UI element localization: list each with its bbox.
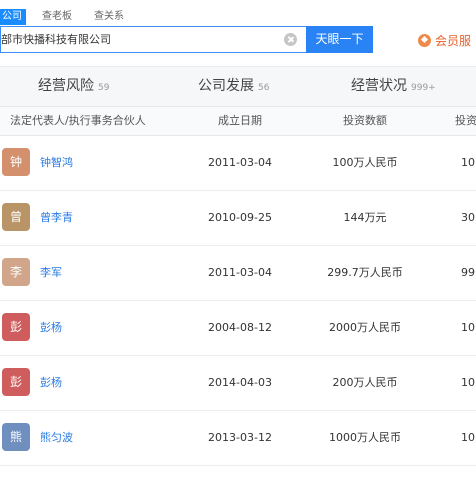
tab-company-development-label: 公司发展 bbox=[198, 78, 254, 94]
avatar: 曾 bbox=[2, 203, 30, 231]
investment-table: 钟 钟智鸿 2011-03-04 100万人民币 10 曾 曾李青 2010-0… bbox=[0, 136, 476, 466]
avatar: 熊 bbox=[2, 423, 30, 451]
investment-ratio: 10 bbox=[461, 431, 475, 444]
tab-business-risk-label: 经营风险 bbox=[38, 78, 94, 94]
column-header-investment: 投资数额 bbox=[343, 114, 387, 127]
person-link[interactable]: 曾李青 bbox=[40, 191, 73, 244]
table-header: 法定代表人/执行事务合伙人 成立日期 投资数额 投资 bbox=[0, 106, 476, 136]
established-date: 2013-03-12 bbox=[208, 431, 272, 444]
established-date: 2014-04-03 bbox=[208, 376, 272, 389]
table-row: 熊 熊匀波 2013-03-12 1000万人民币 10 bbox=[0, 411, 476, 466]
search-input[interactable]: 部市快播科技有限公司 bbox=[0, 26, 306, 53]
section-tabs: 经营风险 59 公司发展 56 经营状况 999+ bbox=[0, 66, 476, 106]
table-row: 彭 彭杨 2004-08-12 2000万人民币 10 bbox=[0, 301, 476, 356]
vip-icon bbox=[418, 33, 431, 47]
table-row: 钟 钟智鸿 2011-03-04 100万人民币 10 bbox=[0, 136, 476, 191]
established-date: 2004-08-12 bbox=[208, 321, 272, 334]
established-date: 2011-03-04 bbox=[208, 266, 272, 279]
tab-company[interactable]: 公司 bbox=[0, 9, 26, 25]
tab-boss[interactable]: 查老板 bbox=[36, 9, 78, 25]
investment-ratio: 10 bbox=[461, 376, 475, 389]
investment-amount: 100万人民币 bbox=[332, 156, 398, 169]
search-query-text: 部市快播科技有限公司 bbox=[1, 33, 111, 46]
established-date: 2010-09-25 bbox=[208, 211, 272, 224]
vip-label: 会员服 bbox=[435, 33, 472, 48]
avatar: 李 bbox=[2, 258, 30, 286]
tab-business-status-count: 999+ bbox=[411, 83, 436, 93]
investment-amount: 299.7万人民币 bbox=[327, 266, 403, 279]
tab-business-risk-count: 59 bbox=[98, 83, 110, 93]
search-area: 公司 查老板 查关系 部市快播科技有限公司 天眼一下 会员服 bbox=[0, 0, 476, 62]
person-link[interactable]: 李军 bbox=[40, 246, 62, 299]
clear-icon[interactable] bbox=[284, 33, 297, 46]
table-row: 李 李军 2011-03-04 299.7万人民币 99 bbox=[0, 246, 476, 301]
investment-amount: 144万元 bbox=[343, 211, 387, 224]
person-link[interactable]: 钟智鸿 bbox=[40, 136, 73, 189]
tab-business-risk[interactable]: 经营风险 59 bbox=[38, 67, 109, 107]
column-header-investment-ratio: 投资 bbox=[455, 114, 476, 127]
person-link[interactable]: 熊匀波 bbox=[40, 411, 73, 464]
person-link[interactable]: 彭杨 bbox=[40, 301, 62, 354]
column-header-legal-rep: 法定代表人/执行事务合伙人 bbox=[10, 114, 146, 127]
investment-amount: 2000万人民币 bbox=[329, 321, 401, 334]
established-date: 2011-03-04 bbox=[208, 156, 272, 169]
investment-ratio: 10 bbox=[461, 156, 475, 169]
vip-link[interactable]: 会员服 bbox=[418, 31, 471, 49]
avatar: 彭 bbox=[2, 368, 30, 396]
tab-business-status-label: 经营状况 bbox=[351, 78, 407, 94]
table-row: 彭 彭杨 2014-04-03 200万人民币 10 bbox=[0, 356, 476, 411]
search-type-tabs: 公司 查老板 查关系 bbox=[0, 9, 140, 25]
person-link[interactable]: 彭杨 bbox=[40, 356, 62, 409]
column-header-established: 成立日期 bbox=[218, 114, 262, 127]
tab-business-status[interactable]: 经营状况 999+ bbox=[351, 67, 436, 107]
investment-amount: 200万人民币 bbox=[332, 376, 398, 389]
tab-relation[interactable]: 查关系 bbox=[88, 9, 130, 25]
investment-ratio: 30 bbox=[461, 211, 475, 224]
table-row: 曾 曾李青 2010-09-25 144万元 30 bbox=[0, 191, 476, 246]
investment-ratio: 10 bbox=[461, 321, 475, 334]
avatar: 彭 bbox=[2, 313, 30, 341]
investment-ratio: 99 bbox=[461, 266, 475, 279]
tab-company-development[interactable]: 公司发展 56 bbox=[198, 67, 269, 107]
investment-amount: 1000万人民币 bbox=[329, 431, 401, 444]
search-button[interactable]: 天眼一下 bbox=[306, 26, 373, 53]
avatar: 钟 bbox=[2, 148, 30, 176]
tab-company-development-count: 56 bbox=[258, 83, 270, 93]
